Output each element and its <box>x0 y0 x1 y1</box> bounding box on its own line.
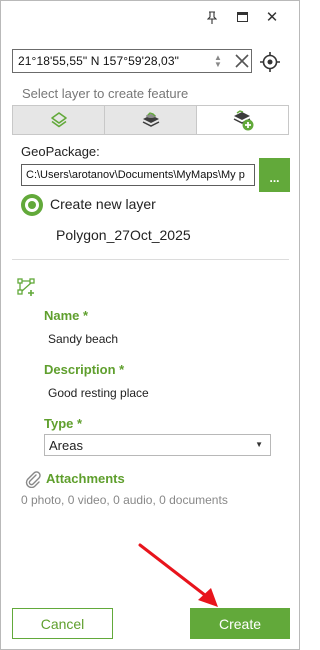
locate-icon[interactable] <box>259 51 281 73</box>
cancel-label: Cancel <box>40 615 85 632</box>
tab-add-layer[interactable] <box>196 106 288 134</box>
create-button[interactable]: Create <box>190 608 290 639</box>
type-label: Type * <box>44 416 83 431</box>
create-new-layer-label[interactable]: Create new layer <box>50 196 156 212</box>
paperclip-icon <box>25 471 41 488</box>
cancel-button[interactable]: Cancel <box>12 608 113 639</box>
description-label: Description * <box>44 362 125 377</box>
geopackage-label: GeoPackage: <box>21 144 100 159</box>
create-feature-panel: ✕ 21°18'55,55" N 157°59'28,03" ▲ ▼ Select… <box>0 0 300 650</box>
polygon-edit-icon[interactable] <box>16 276 38 298</box>
browse-button[interactable]: ... <box>259 158 290 192</box>
close-icon[interactable]: ✕ <box>257 7 287 27</box>
create-label: Create <box>218 615 262 632</box>
geopackage-path: C:\Users\arotanov\Documents\MyMaps\My p <box>26 169 245 181</box>
create-new-layer-radio[interactable] <box>21 194 43 216</box>
clear-icon[interactable] <box>232 51 252 71</box>
coordinate-value[interactable]: 21°18'55,55" N 157°59'28,03" <box>18 54 179 68</box>
attachments-label[interactable]: Attachments <box>46 471 125 486</box>
description-field[interactable]: Good resting place <box>48 386 149 400</box>
add-layer-icon <box>233 110 253 131</box>
layer-hint: Select layer to create feature <box>22 86 189 101</box>
tab-layers[interactable] <box>13 106 104 134</box>
layer-tabs <box>12 105 289 135</box>
coordinate-input[interactable]: 21°18'55,55" N 157°59'28,03" ▲ ▼ <box>12 49 252 73</box>
pin-icon[interactable] <box>197 7 227 27</box>
annotation-arrow-icon <box>138 543 218 607</box>
geopackage-path-field[interactable]: C:\Users\arotanov\Documents\MyMaps\My p <box>21 164 255 186</box>
divider <box>12 259 289 260</box>
name-label: Name * <box>44 308 89 323</box>
layer-stack-icon <box>142 112 159 127</box>
attachments-summary: 0 photo, 0 video, 0 audio, 0 documents <box>21 493 228 507</box>
name-field[interactable]: Sandy beach <box>48 332 118 346</box>
browse-label: ... <box>269 171 280 185</box>
tab-layer-stack[interactable] <box>104 106 196 134</box>
new-layer-name[interactable]: Polygon_27Oct_2025 <box>56 227 191 243</box>
spinner-icon[interactable]: ▲ ▼ <box>214 54 222 69</box>
chevron-down-icon: ▼ <box>255 440 263 449</box>
type-value: Areas <box>49 438 83 453</box>
window-controls: ✕ <box>197 7 287 27</box>
maximize-icon[interactable] <box>227 7 257 27</box>
type-select[interactable]: Areas ▼ <box>44 434 271 456</box>
layers-icon <box>50 112 67 128</box>
